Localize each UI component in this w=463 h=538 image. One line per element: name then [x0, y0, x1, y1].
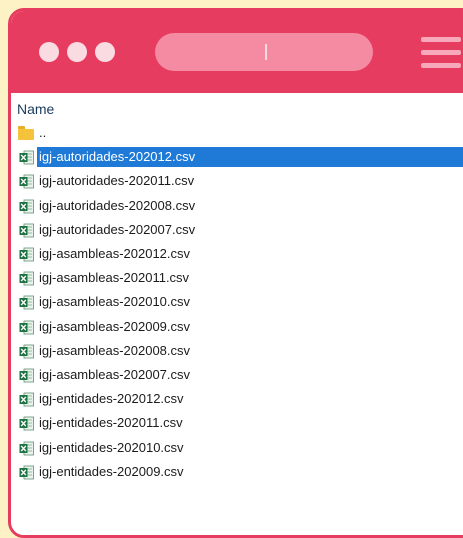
column-header-name[interactable]: Name: [17, 101, 54, 117]
excel-csv-icon: [19, 320, 34, 334]
file-row[interactable]: igj-autoridades-202012.csv: [11, 147, 463, 168]
file-row[interactable]: igj-entidades-202009.csv: [11, 462, 463, 482]
excel-csv-icon: [19, 199, 34, 213]
parent-folder-row[interactable]: ..: [11, 123, 463, 143]
excel-csv-icon: [19, 465, 34, 480]
file-row[interactable]: igj-autoridades-202008.csv: [11, 196, 463, 216]
excel-csv-icon: [19, 271, 34, 286]
file-row[interactable]: igj-autoridades-202011.csv: [11, 171, 463, 191]
file-name: igj-autoridades-202012.csv: [37, 147, 463, 168]
excel-csv-icon: [19, 441, 34, 455]
file-name: ..: [39, 125, 47, 140]
file-name: igj-entidades-202009.csv: [39, 463, 184, 479]
file-name: igj-autoridades-202008.csv: [39, 197, 196, 213]
file-name: igj-asambleas-202010.csv: [39, 294, 191, 310]
file-name: igj-asambleas-202009.csv: [39, 318, 191, 334]
file-row[interactable]: igj-entidades-202011.csv: [11, 413, 463, 433]
file-row[interactable]: igj-asambleas-202012.csv: [11, 244, 463, 264]
excel-csv-icon: [19, 295, 34, 310]
file-row[interactable]: igj-entidades-202012.csv: [11, 389, 463, 409]
excel-csv-icon: [19, 174, 34, 189]
file-name: igj-autoridades-202011.csv: [39, 173, 195, 189]
window-minimize-dot[interactable]: [67, 42, 87, 62]
excel-csv-icon: [19, 150, 34, 165]
file-row[interactable]: igj-entidades-202010.csv: [11, 438, 463, 458]
file-name: igj-entidades-202011.csv: [39, 415, 183, 431]
file-name: igj-asambleas-202008.csv: [39, 342, 191, 358]
file-name: igj-asambleas-202007.csv: [39, 367, 191, 382]
excel-csv-icon: [19, 247, 34, 262]
file-name: igj-asambleas-202012.csv: [39, 246, 191, 261]
folder-icon: [18, 126, 34, 140]
file-row[interactable]: igj-autoridades-202007.csv: [11, 220, 463, 240]
window-maximize-dot[interactable]: [95, 42, 115, 62]
excel-csv-icon: [19, 223, 34, 238]
file-row[interactable]: igj-asambleas-202008.csv: [11, 341, 463, 361]
excel-csv-icon: [19, 368, 34, 383]
file-name: igj-entidades-202012.csv: [39, 391, 184, 407]
window-close-dot[interactable]: [39, 42, 59, 62]
browser-window: Name .. igj-autoridades-202012.csv igj-aut…: [8, 8, 463, 538]
file-row[interactable]: igj-asambleas-202007.csv: [11, 365, 463, 385]
file-row[interactable]: igj-asambleas-202009.csv: [11, 317, 463, 337]
file-name: igj-entidades-202010.csv: [39, 439, 184, 455]
hamburger-menu-icon[interactable]: [421, 37, 461, 69]
excel-csv-icon: [19, 344, 34, 359]
title-bar: [11, 11, 463, 93]
address-bar[interactable]: [155, 33, 373, 71]
file-row[interactable]: igj-asambleas-202011.csv: [11, 268, 463, 288]
excel-csv-icon: [19, 392, 34, 407]
excel-csv-icon: [19, 416, 34, 431]
text-caret: [265, 44, 267, 60]
file-row[interactable]: igj-asambleas-202010.csv: [11, 292, 463, 312]
file-name: igj-autoridades-202007.csv: [39, 221, 196, 237]
file-name: igj-asambleas-202011.csv: [39, 270, 190, 286]
file-list-pane: Name .. igj-autoridades-202012.csv igj-aut…: [11, 93, 463, 535]
